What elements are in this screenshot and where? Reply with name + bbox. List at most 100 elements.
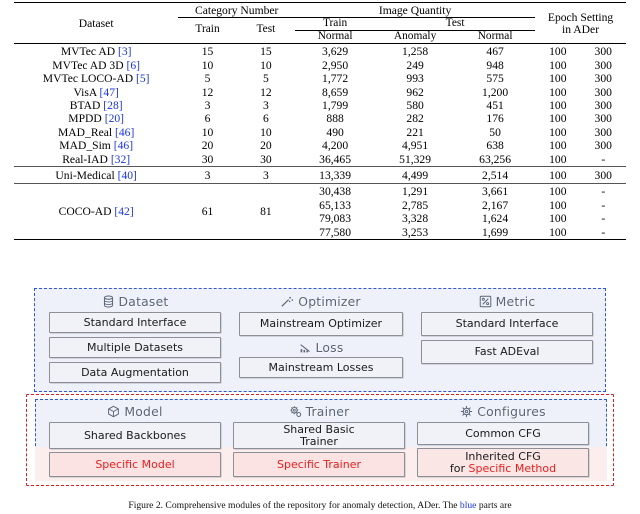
table-bottom-rule	[14, 239, 626, 243]
configures-column: Configures Common CFG Inherited CFG for …	[417, 403, 589, 477]
cell-test-normal: 3,661	[482, 185, 509, 199]
metric-box-fast-adeval[interactable]: Fast ADEval	[421, 340, 593, 364]
table-body: MVTec AD [3] 15 15 3,629 1,258 467 100 300 MVTec…	[14, 46, 626, 167]
cell-train-normal: 79,083	[319, 212, 352, 226]
category-test-cell: 10	[260, 125, 272, 139]
citation-link[interactable]: [46]	[115, 126, 134, 139]
cell-epoch1: 100	[549, 198, 567, 212]
category-train-cell: 6	[204, 112, 211, 126]
citation-link[interactable]: [42]	[114, 205, 133, 218]
dataset-name: MVTec AD	[60, 45, 116, 59]
epoch-cell-2: 300	[594, 45, 612, 59]
epoch-cell-2: 300	[594, 139, 612, 153]
loss-box-mainstream-losses[interactable]: Mainstream Losses	[239, 357, 403, 378]
test-normal-cell: 176	[486, 112, 504, 126]
train-normal-cell: 2,950	[322, 58, 349, 72]
category-train-cell: 10	[201, 58, 214, 72]
dataset-name-cell: Uni-Medical [40]	[14, 169, 178, 183]
unimedical-section: Uni-Medical [40] 3 3 13,339 4,499 2,514 100 300	[14, 169, 626, 183]
configures-box-common-cfg[interactable]: Common CFG	[417, 422, 589, 445]
model-box-shared-backbones[interactable]: Shared Backbones	[49, 422, 221, 449]
test-anomaly-cell: 4,951	[402, 139, 429, 153]
train-normal-cell: 36,465	[319, 152, 352, 166]
trainer-box-shared-basic-trainer[interactable]: Shared Basic Trainer	[233, 422, 405, 449]
model-section-title: Model	[49, 403, 221, 419]
header-category-train: Train	[195, 23, 220, 36]
citation-link[interactable]: [3]	[118, 45, 132, 58]
citation-link[interactable]: [32]	[111, 153, 130, 166]
test-normal-cell: 948	[486, 58, 504, 72]
dataset-statistics-table: Dataset Category Number Image Quantity E…	[14, 2, 626, 243]
citation-link[interactable]: [46]	[114, 139, 133, 152]
header-category-number: Category Number	[178, 5, 296, 19]
dataset-name: BTAD	[69, 99, 101, 112]
table-row-unimedical: Uni-Medical [40] 3 3 13,339 4,499 2,514 100 300	[14, 169, 626, 183]
dataset-box-multiple-datasets[interactable]: Multiple Datasets	[49, 337, 221, 358]
metric-box-standard-interface[interactable]: Standard Interface	[421, 312, 593, 336]
citation-link[interactable]: [28]	[103, 99, 122, 112]
category-train-cell: 61	[201, 205, 214, 219]
cube-icon	[107, 405, 120, 418]
dataset-name-cell: Real-IAD [32]	[14, 153, 178, 167]
dataset-name-cell: MAD_Real [46]	[14, 126, 178, 139]
model-box-specific-model[interactable]: Specific Model	[49, 452, 221, 477]
database-icon	[102, 294, 115, 308]
citation-link[interactable]: [5]	[136, 72, 150, 85]
cell-test-anomaly: 1,291	[402, 185, 429, 199]
trainer-shared-line1: Shared Basic	[283, 422, 355, 436]
citation-link[interactable]: [47]	[100, 86, 119, 99]
cell-epoch1: 100	[549, 212, 567, 226]
table-row: MVTec LOCO-AD [5] 5 5 1,772 993 575 100 300	[14, 73, 626, 86]
cell-epoch2: -	[601, 185, 606, 199]
dataset-name: MPDD	[68, 112, 102, 126]
cell-test-normal: 1,624	[482, 212, 509, 226]
epoch-cell-2: 300	[594, 72, 612, 86]
dataset-box-standard-interface[interactable]: Standard Interface	[49, 312, 221, 333]
trainer-box-specific-trainer[interactable]: Specific Trainer	[233, 452, 405, 477]
test-anomaly-cell: 221	[406, 125, 424, 139]
category-test-cell: 30	[260, 152, 272, 166]
train-normal-cell: 1,772	[322, 72, 349, 86]
citation-link[interactable]: [20]	[105, 112, 124, 125]
epoch-cell-1: 100	[549, 45, 567, 59]
citation-link[interactable]: [6]	[127, 59, 141, 72]
train-normal-cell: 490	[326, 125, 344, 139]
category-test-cell: 15	[260, 45, 272, 59]
optimizer-box-mainstream-optimizer[interactable]: Mainstream Optimizer	[239, 312, 403, 336]
dataset-name: COCO-AD	[58, 205, 112, 219]
trainer-shared-line2: Trainer	[300, 434, 338, 448]
cell-train-normal: 30,438	[319, 185, 352, 199]
figure-caption: Figure 2. Comprehensive modules of the r…	[0, 500, 640, 514]
gear-icon	[460, 405, 473, 418]
table-row-coco: COCO-AD [42] 61 81 30,438 1,291 3,661 100 -	[14, 185, 626, 218]
magic-wand-icon	[281, 295, 294, 308]
category-test-cell: 12	[260, 85, 272, 99]
caption-suffix: parts are	[476, 500, 512, 511]
dataset-name: MAD_Sim	[59, 139, 111, 153]
epoch-cell-2: 300	[594, 125, 612, 139]
header-epoch-line2: in ADer	[562, 22, 600, 36]
citation-link[interactable]: [40]	[118, 169, 137, 182]
test-normal-cell: 1,200	[482, 85, 509, 99]
dataset-name-cell: MPDD [20]	[14, 113, 178, 126]
header-row-groups: Dataset Category Number Image Quantity E…	[14, 5, 626, 36]
train-normal-cell: 888	[326, 112, 344, 126]
category-test-cell: 81	[260, 205, 272, 219]
epoch-cell-1: 100	[549, 72, 567, 86]
trainer-title-label: Trainer	[305, 403, 350, 419]
dataset-box-data-augmentation[interactable]: Data Augmentation	[49, 362, 221, 383]
test-anomaly-cell: 993	[406, 72, 424, 86]
cell-epoch1: 100	[549, 168, 567, 182]
test-anomaly-cell: 1,258	[402, 45, 429, 59]
percent-chart-icon	[479, 295, 492, 308]
header-img-test-anomaly: Anomaly	[375, 30, 456, 44]
metric-title-label: Metric	[495, 293, 536, 309]
category-train-cell: 12	[201, 85, 214, 99]
header-epoch-setting: Epoch Setting in ADer	[535, 5, 626, 43]
dataset-name-cell: BTAD [28]	[14, 99, 178, 112]
category-test-cell: 10	[260, 58, 272, 72]
configures-box-inherited-cfg[interactable]: Inherited CFG for Specific Method	[417, 448, 589, 477]
cell-test-anomaly: 4,499	[402, 168, 429, 182]
table-row: MAD_Sim [46] 20 20 4,200 4,951 638 100 300	[14, 139, 626, 153]
table-row: VisA [47] 12 12 8,659 962 1,200 100 300	[14, 86, 626, 99]
